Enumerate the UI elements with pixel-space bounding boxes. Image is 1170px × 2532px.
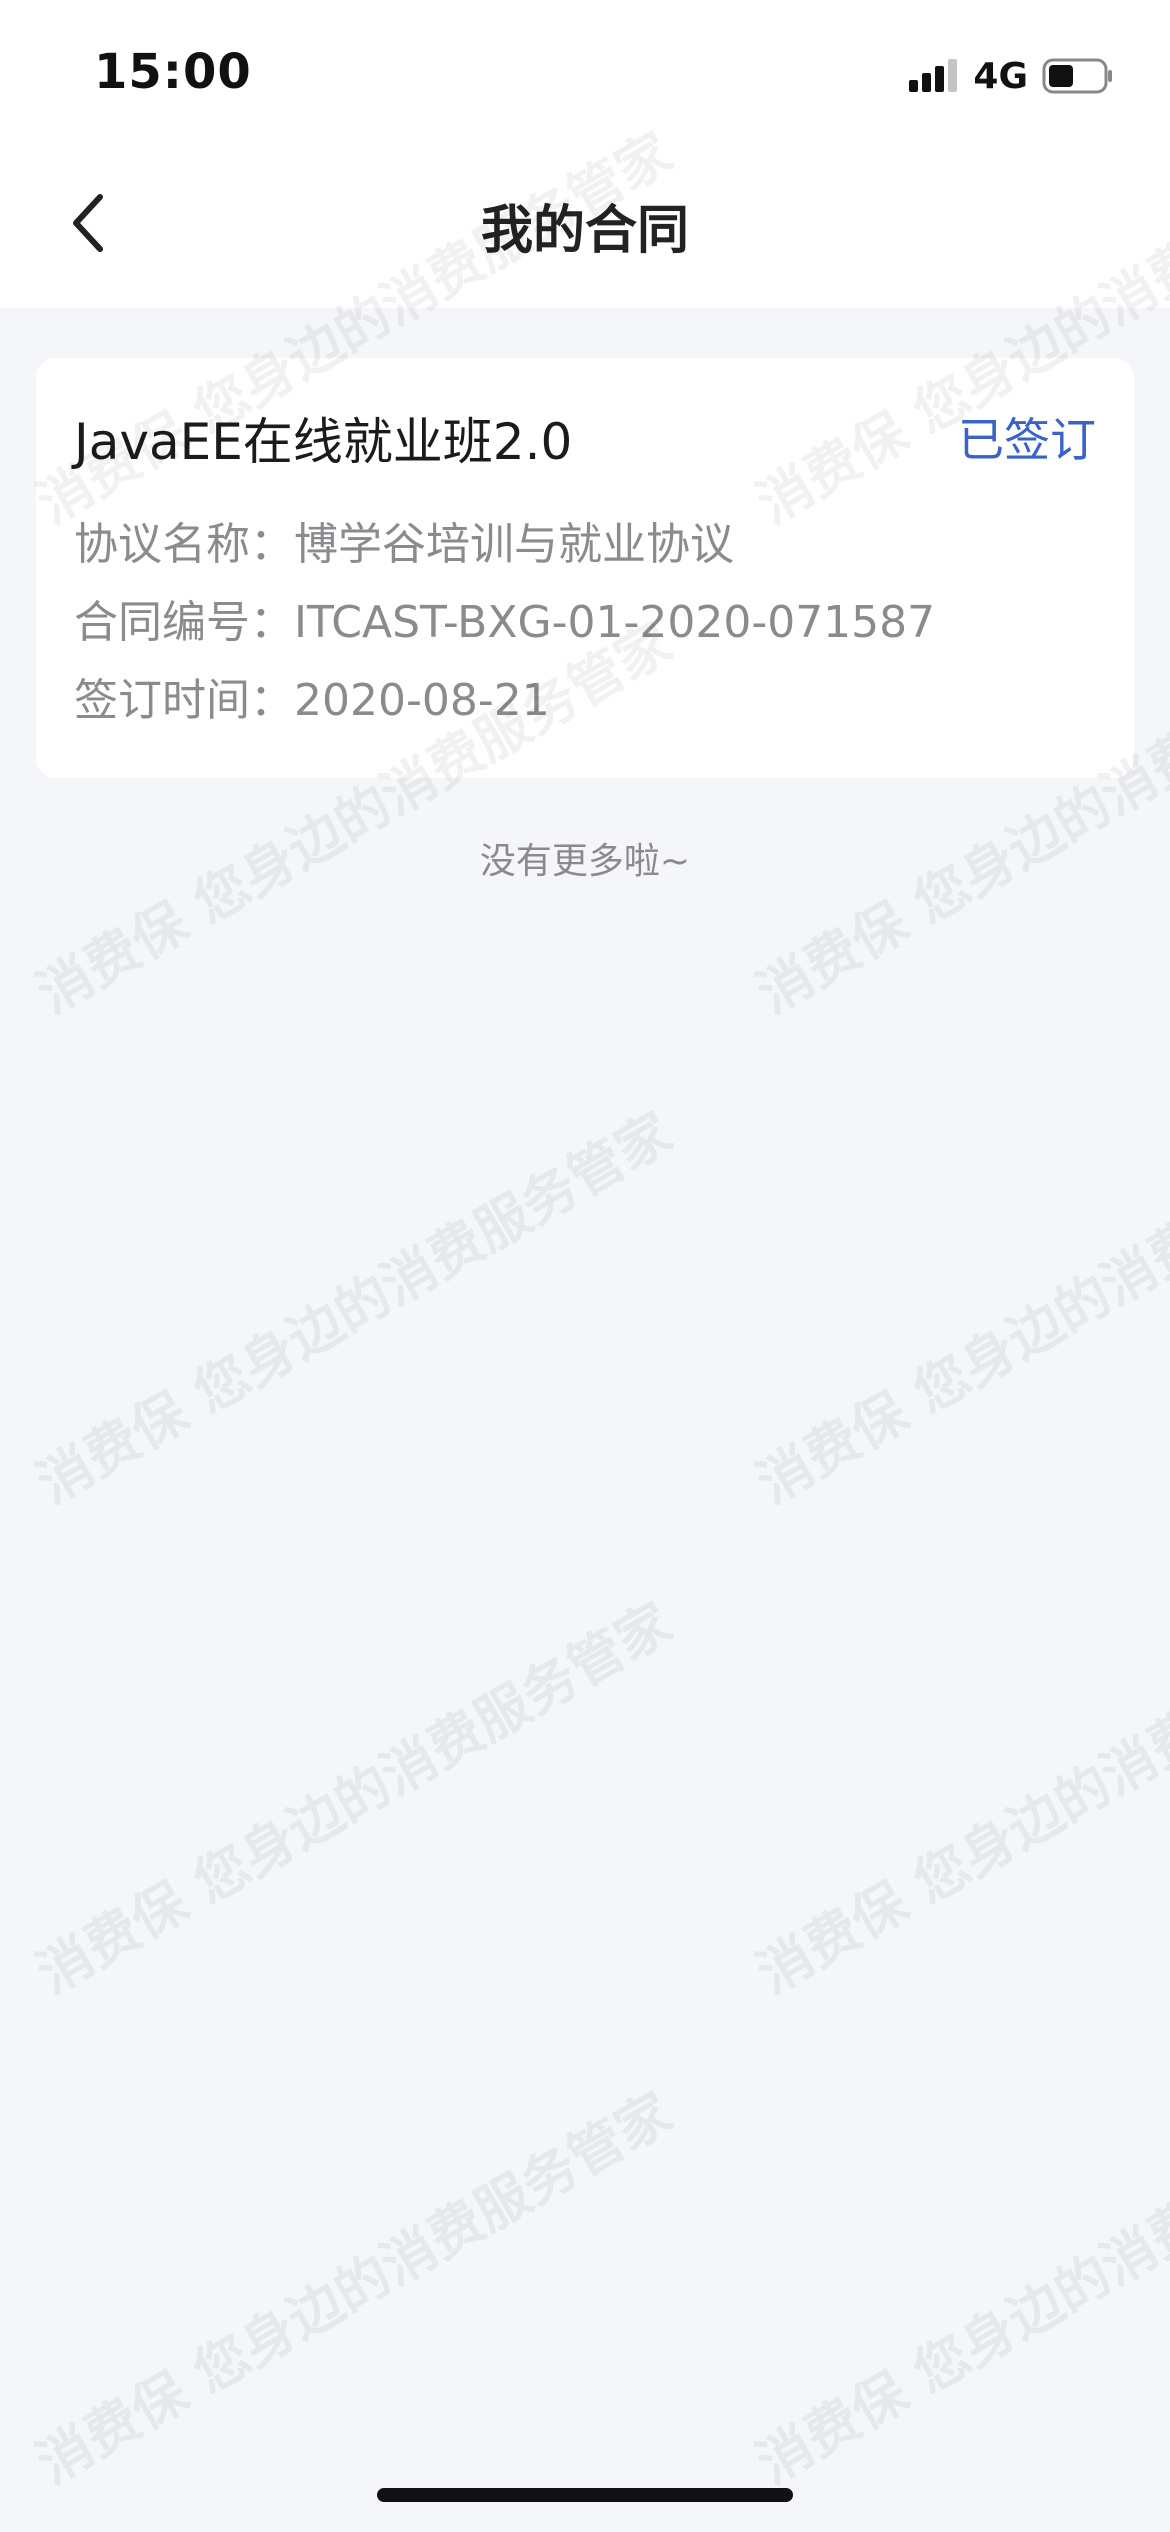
watermark-text: 消费保 您身边的消费服务管家 (746, 2080, 1170, 2496)
watermark-text: 消费保 您身边的消费服务管家 (746, 1100, 1170, 1516)
home-indicator[interactable] (377, 2488, 793, 2502)
list-end-text: 没有更多啦~ (479, 841, 691, 882)
row-value: 博学谷培训与就业协议 (294, 519, 734, 570)
screen: 15:00 4G 我的合同 JavaEE在线就业班2.0 已签订 协议名称：博学… (0, 0, 1170, 2532)
watermark-text: 消费保 您身边的消费服务管家 (26, 1100, 683, 1516)
status-icons: 4G (907, 52, 1114, 100)
watermark-text: 消费保 您身边的消费服务管家 (26, 2080, 683, 2496)
sign-date-row: 签订时间：2020-08-21 (74, 664, 550, 728)
row-label: 签订时间： (74, 675, 294, 726)
row-value: 2020-08-21 (294, 675, 550, 726)
contract-name: JavaEE在线就业班2.0 (74, 413, 573, 471)
contract-card[interactable]: JavaEE在线就业班2.0 已签订 协议名称：博学谷培训与就业协议 合同编号：… (36, 358, 1134, 778)
network-label: 4G (973, 55, 1028, 97)
watermark-text: 消费保 您身边的消费服务管家 (746, 1590, 1170, 2006)
row-label: 合同编号： (74, 597, 294, 648)
agreement-name-row: 协议名称：博学谷培训与就业协议 (74, 508, 734, 572)
page-title: 我的合同 (480, 201, 689, 261)
contract-number-row: 合同编号：ITCAST-BXG-01-2020-071587 (74, 586, 935, 650)
signal-icon (909, 59, 958, 92)
battery-icon (1042, 58, 1112, 94)
status-badge: 已签订 (958, 413, 1096, 467)
header: 15:00 4G 我的合同 (0, 0, 1170, 308)
status-time: 15:00 (94, 44, 252, 100)
row-label: 协议名称： (74, 519, 294, 570)
watermark-text: 消费保 您身边的消费服务管家 (26, 1590, 683, 2006)
row-value: ITCAST-BXG-01-2020-071587 (294, 597, 936, 648)
